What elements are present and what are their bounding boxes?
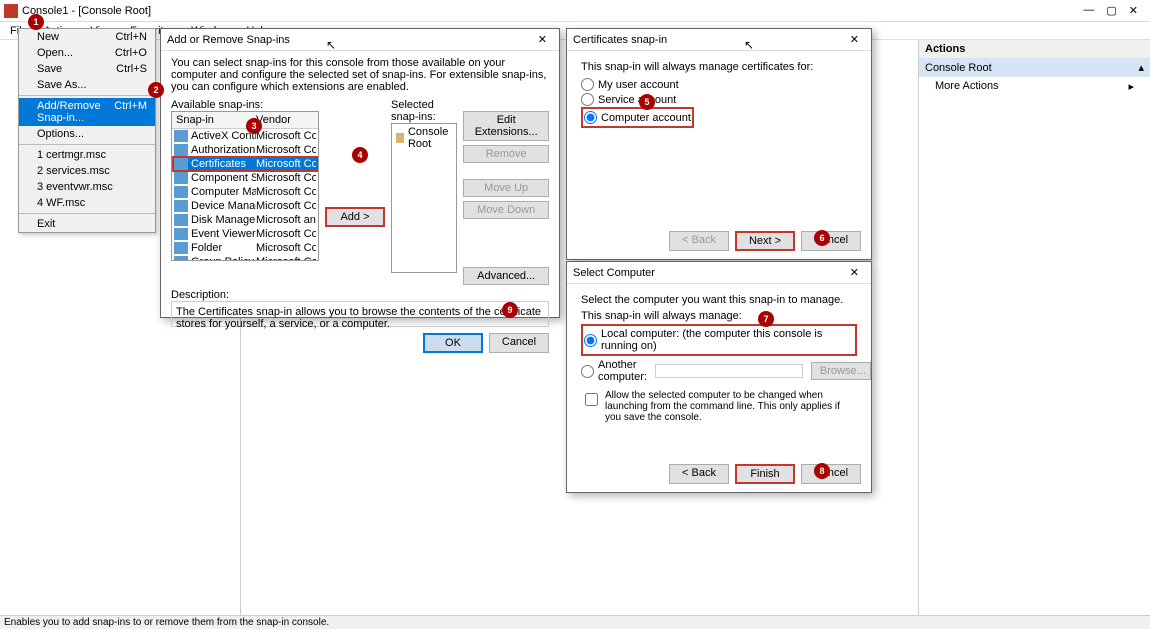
actions-header: Actions (919, 40, 1150, 58)
move-down-button[interactable]: Move Down (463, 201, 549, 219)
cancel-button[interactable]: Cancel (489, 333, 549, 353)
available-snapins-list[interactable]: Snap-inVendor ActiveX ControlMicrosoft C… (171, 111, 319, 261)
callout-6: 6 (814, 230, 830, 246)
menu-new[interactable]: NewCtrl+N (19, 29, 155, 45)
snapin-icon (174, 200, 188, 212)
snapin-icon (174, 256, 188, 261)
actions-pane: Actions Console Root▴ More Actions▸ (918, 40, 1150, 615)
snapin-icon (174, 158, 188, 170)
menu-add-remove-snapin[interactable]: Add/Remove Snap-in...Ctrl+M (19, 98, 155, 126)
radio-user-account[interactable]: My user account (581, 77, 857, 92)
menu-options[interactable]: Options... (19, 126, 155, 142)
callout-2: 2 (148, 82, 164, 98)
snapin-icon (174, 144, 188, 156)
menu-recent-3[interactable]: 3 eventvwr.msc (19, 179, 155, 195)
description-box: The Certificates snap-in allows you to b… (171, 301, 549, 327)
snapin-item[interactable]: Component ServicesMicrosoft Cor... (172, 171, 318, 185)
select-computer-dialog: Select Computer ✕ Select the computer yo… (566, 261, 872, 493)
cursor-icon-2: ↖ (744, 38, 754, 52)
remove-button[interactable]: Remove (463, 145, 549, 163)
select-comp-finish-button[interactable]: Finish (735, 464, 795, 484)
snapin-item[interactable]: CertificatesMicrosoft Cor... (172, 157, 318, 171)
titlebar: Console1 - [Console Root] — ▢ ✕ (0, 0, 1150, 22)
available-label: Available snap-ins: (171, 99, 319, 111)
menu-recent-4[interactable]: 4 WF.msc (19, 195, 155, 211)
callout-7: 7 (758, 311, 774, 327)
collapse-icon: ▴ (1138, 61, 1144, 74)
cert-dialog-title: Certificates snap-in (573, 34, 844, 46)
allow-change-checkbox[interactable]: Allow the selected computer to be change… (581, 390, 857, 423)
snapin-item[interactable]: Group Policy Object ...Microsoft Cor... (172, 255, 318, 261)
callout-4: 4 (352, 147, 368, 163)
menu-save[interactable]: SaveCtrl+S (19, 61, 155, 77)
close-button[interactable]: ✕ (1129, 4, 1138, 17)
menu-saveas[interactable]: Save As... (19, 77, 155, 93)
menu-exit[interactable]: Exit (19, 216, 155, 232)
callout-5: 5 (639, 94, 655, 110)
snapin-icon (174, 242, 188, 254)
snapin-item[interactable]: Computer Managem...Microsoft Cor... (172, 185, 318, 199)
radio-service-account[interactable]: Service account (581, 92, 857, 107)
snapin-icon (174, 214, 188, 226)
cert-intro: This snap-in will always manage certific… (581, 61, 857, 73)
snapin-item[interactable]: ActiveX ControlMicrosoft Cor... (172, 129, 318, 143)
select-comp-manage-label: This snap-in will always manage: (581, 310, 857, 322)
radio-local-computer[interactable]: Local computer: (the computer this conso… (584, 327, 854, 353)
actions-console-root[interactable]: Console Root▴ (919, 58, 1150, 77)
select-comp-title: Select Computer (573, 267, 844, 279)
callout-8: 8 (814, 463, 830, 479)
snapin-item[interactable]: FolderMicrosoft Cor... (172, 241, 318, 255)
select-comp-intro: Select the computer you want this snap-i… (581, 294, 857, 306)
snapin-item[interactable]: Device ManagerMicrosoft Cor... (172, 199, 318, 213)
selected-label: Selected snap-ins: (391, 99, 457, 123)
cert-cancel-button[interactable]: Cancel (801, 231, 861, 251)
minimize-button[interactable]: — (1083, 4, 1094, 17)
browse-button[interactable]: Browse... (811, 362, 871, 380)
move-up-button[interactable]: Move Up (463, 179, 549, 197)
snapin-icon (174, 130, 188, 142)
dialog-intro: You can select snap-ins for this console… (171, 57, 549, 93)
actions-more[interactable]: More Actions▸ (919, 77, 1150, 96)
snapin-icon (174, 186, 188, 198)
callout-3: 3 (246, 118, 262, 134)
radio-computer-account[interactable]: Computer account (584, 110, 691, 125)
select-comp-back-button[interactable]: < Back (669, 464, 729, 484)
dialog-close-button[interactable]: ✕ (532, 33, 553, 46)
selected-snapins-list[interactable]: Console Root (391, 123, 457, 273)
folder-icon (396, 133, 404, 143)
file-dropdown: NewCtrl+N Open...Ctrl+O SaveCtrl+S Save … (18, 28, 156, 233)
cert-back-button[interactable]: < Back (669, 231, 729, 251)
snapin-item[interactable]: Event ViewerMicrosoft Cor... (172, 227, 318, 241)
callout-9: 9 (502, 302, 518, 318)
ok-button[interactable]: OK (423, 333, 483, 353)
edit-extensions-button[interactable]: Edit Extensions... (463, 111, 549, 141)
add-button[interactable]: Add > (325, 207, 385, 227)
select-comp-close[interactable]: ✕ (844, 266, 865, 279)
snapin-icon (174, 228, 188, 240)
cursor-icon: ↖ (326, 38, 336, 52)
menu-recent-1[interactable]: 1 certmgr.msc (19, 147, 155, 163)
snapin-item[interactable]: Disk ManagementMicrosoft and... (172, 213, 318, 227)
console-root-node[interactable]: Console Root (392, 124, 456, 152)
mmc-icon (4, 4, 18, 18)
certificates-snapin-dialog: Certificates snap-in ✕ This snap-in will… (566, 28, 872, 260)
expand-icon: ▸ (1128, 80, 1134, 93)
menu-open[interactable]: Open...Ctrl+O (19, 45, 155, 61)
cert-next-button[interactable]: Next > (735, 231, 795, 251)
description-label: Description: (171, 289, 549, 301)
dialog-title: Add or Remove Snap-ins (167, 34, 532, 46)
radio-another-computer[interactable]: Another computer: Browse... (581, 358, 857, 384)
snapin-item[interactable]: Authorization ManagerMicrosoft Cor... (172, 143, 318, 157)
maximize-button[interactable]: ▢ (1106, 4, 1116, 17)
status-bar: Enables you to add snap-ins to or remove… (0, 615, 1150, 629)
cert-dialog-close[interactable]: ✕ (844, 33, 865, 46)
window-title: Console1 - [Console Root] (22, 5, 1083, 17)
menu-recent-2[interactable]: 2 services.msc (19, 163, 155, 179)
advanced-button[interactable]: Advanced... (463, 267, 549, 285)
select-comp-cancel-button[interactable]: Cancel (801, 464, 861, 484)
snapin-icon (174, 172, 188, 184)
add-remove-snapins-dialog: Add or Remove Snap-ins ✕ You can select … (160, 28, 560, 318)
another-computer-input[interactable] (655, 364, 803, 378)
callout-1: 1 (28, 14, 44, 30)
